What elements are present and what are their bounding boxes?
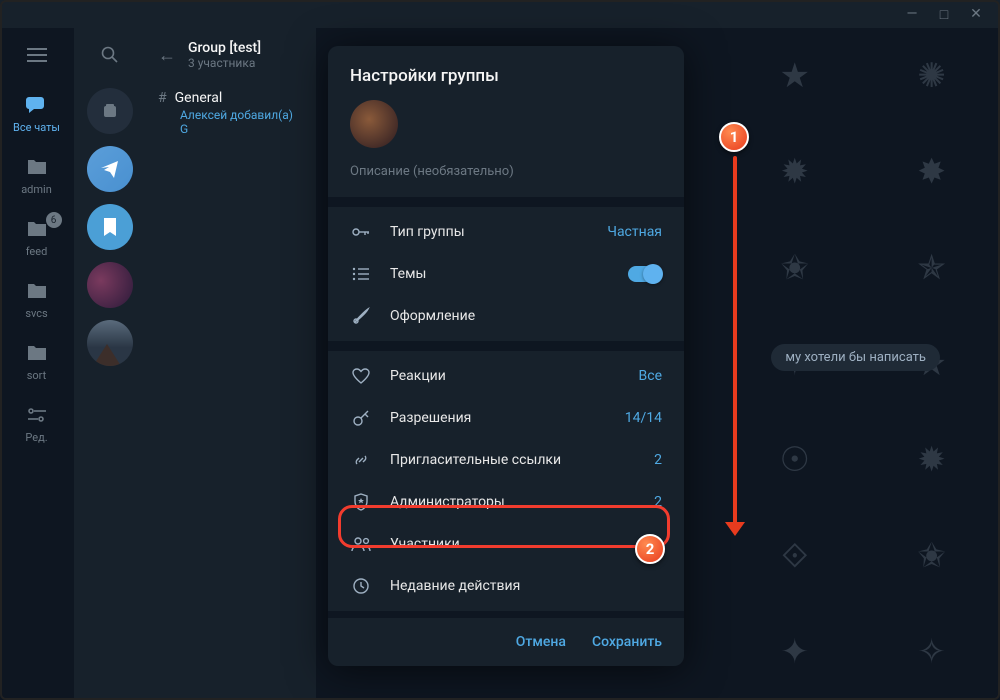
chat-icon xyxy=(25,93,49,117)
chat-avatar[interactable] xyxy=(87,262,133,308)
row-appearance[interactable]: Оформление xyxy=(328,295,684,337)
folder-svcs[interactable]: svcs xyxy=(0,268,74,330)
chat-subtitle: 3 участника xyxy=(188,56,261,70)
people-icon xyxy=(350,533,372,555)
step-badge-1: 1 xyxy=(719,122,749,152)
row-label: Разрешения xyxy=(390,410,607,426)
save-button[interactable]: Сохранить xyxy=(592,634,662,650)
hash-icon: # xyxy=(158,90,167,106)
folder-sort[interactable]: sort xyxy=(0,330,74,392)
row-group-type[interactable]: Тип группы Частная xyxy=(328,211,684,253)
chat-title: Group [test] xyxy=(188,40,261,56)
group-settings-modal: Настройки группы Описание (необязательно… xyxy=(328,46,684,666)
cancel-button[interactable]: Отмена xyxy=(516,634,566,650)
row-value: 2 xyxy=(654,452,662,468)
chat-header: ← Group [test] 3 участника xyxy=(146,28,316,82)
lock-icon xyxy=(350,221,372,243)
chat-avatar[interactable] xyxy=(87,320,133,366)
description-input[interactable]: Описание (необязательно) xyxy=(328,158,684,193)
step-badge-2: 2 xyxy=(635,534,665,564)
chat-avatar[interactable] xyxy=(87,88,133,134)
folder-sidebar: Все чаты admin feed 6 svcs sort Ред. xyxy=(0,28,74,700)
channel-name: General xyxy=(175,90,223,106)
folder-admin[interactable]: admin xyxy=(0,144,74,206)
row-label: Администраторы xyxy=(390,494,636,510)
folder-icon xyxy=(25,341,49,365)
link-icon xyxy=(350,449,372,471)
window-titlebar: — □ ✕ xyxy=(0,0,1000,28)
row-label: Участники xyxy=(390,536,636,552)
row-value: 2 xyxy=(654,494,662,510)
chat-list: ← Group [test] 3 участника # General Але… xyxy=(146,28,316,700)
folder-all-chats[interactable]: Все чаты xyxy=(0,82,74,144)
back-arrow-icon[interactable]: ← xyxy=(158,45,176,66)
row-admins[interactable]: Администраторы 2 xyxy=(328,481,684,523)
row-members[interactable]: Участники 3 xyxy=(328,523,684,565)
chat-avatars-column xyxy=(74,28,146,700)
close-button[interactable]: ✕ xyxy=(960,2,992,26)
annotation-arrow xyxy=(733,156,737,526)
row-value: 14/14 xyxy=(625,410,662,426)
empty-hint: му хотели бы написать xyxy=(771,344,940,371)
folder-edit[interactable]: Ред. xyxy=(0,392,74,454)
row-recent-actions[interactable]: Недавние действия xyxy=(328,565,684,607)
history-icon xyxy=(350,575,372,597)
minimize-button[interactable]: — xyxy=(896,2,928,26)
list-icon xyxy=(350,263,372,285)
row-invite-links[interactable]: Пригласительные ссылки 2 xyxy=(328,439,684,481)
folder-label: Все чаты xyxy=(13,121,60,134)
folder-icon xyxy=(25,155,49,179)
row-label: Реакции xyxy=(390,368,621,384)
row-label: Темы xyxy=(390,266,610,282)
heart-icon xyxy=(350,365,372,387)
folder-icon xyxy=(25,279,49,303)
row-reactions[interactable]: Реакции Все xyxy=(328,355,684,397)
channel-item[interactable]: # General Алексей добавил(а) G xyxy=(146,82,316,144)
modal-footer: Отмена Сохранить xyxy=(328,618,684,666)
folder-label: sort xyxy=(27,369,47,382)
folder-label: Ред. xyxy=(25,431,47,444)
row-value: Все xyxy=(639,368,662,384)
unread-badge: 6 xyxy=(46,212,62,228)
folder-icon xyxy=(25,217,49,241)
brush-icon xyxy=(350,305,372,327)
modal-body[interactable]: Описание (необязательно) Тип группы Част… xyxy=(328,100,684,618)
folder-feed[interactable]: feed 6 xyxy=(0,206,74,268)
search-button[interactable] xyxy=(74,28,146,82)
menu-button[interactable] xyxy=(0,28,73,82)
chat-avatar[interactable] xyxy=(87,146,133,192)
folder-label: feed xyxy=(26,245,48,258)
folder-label: svcs xyxy=(25,307,47,320)
row-label: Тип группы xyxy=(390,224,589,240)
row-permissions[interactable]: Разрешения 14/14 xyxy=(328,397,684,439)
row-label: Недавние действия xyxy=(390,578,662,594)
group-avatar[interactable] xyxy=(350,100,398,148)
annotation-arrow-head xyxy=(725,522,745,536)
row-topics[interactable]: Темы xyxy=(328,253,684,295)
modal-title: Настройки группы xyxy=(328,46,684,100)
channel-preview: Алексей добавил(а) G xyxy=(180,108,304,136)
shield-icon xyxy=(350,491,372,513)
row-label: Оформление xyxy=(390,308,662,324)
maximize-button[interactable]: □ xyxy=(928,2,960,26)
row-value: Частная xyxy=(607,224,662,240)
row-label: Пригласительные ссылки xyxy=(390,452,636,468)
folder-label: admin xyxy=(21,183,52,196)
topics-toggle[interactable] xyxy=(628,266,662,282)
key-icon xyxy=(350,407,372,429)
chat-avatar[interactable] xyxy=(87,204,133,250)
settings-icon xyxy=(25,403,49,427)
